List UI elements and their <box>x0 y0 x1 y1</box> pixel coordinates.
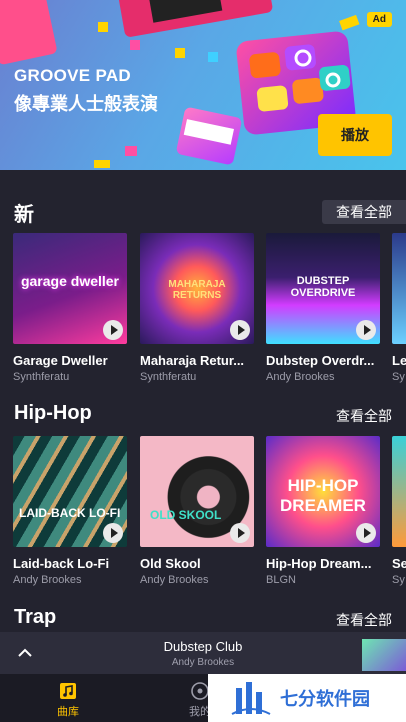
track-title: Garage Dweller <box>13 353 108 368</box>
music-note-icon <box>60 683 76 699</box>
ad-banner[interactable]: Ad GROOVE PAD 像專業人士般表演 播放 <box>0 0 406 170</box>
section-trap: Trap 查看全部 <box>0 578 406 632</box>
nav-library[interactable]: 曲库 <box>28 674 108 722</box>
section-title: 新 <box>14 204 34 226</box>
track-card[interactable]: HIP-HOP DREAMER Hip-Hop Dream... BLGN <box>266 436 380 586</box>
track-title: Dubstep Overdr... <box>266 353 375 368</box>
track-cover <box>392 233 406 344</box>
cover-art-text: DUBSTEP OVERDRIVE <box>290 275 356 299</box>
track-card[interactable]: OLD SKOOL Old Skool Andy Brookes <box>140 436 254 586</box>
track-cover: LAID-BACK LO-FI <box>13 436 127 547</box>
now-playing-artist: Andy Brookes <box>171 657 235 668</box>
play-icon[interactable] <box>103 320 123 340</box>
track-card[interactable]: MAHARAJA RETURNS Maharaja Retur... Synth… <box>140 233 254 383</box>
watermark-logo-icon <box>231 682 271 715</box>
section-title: Hip-Hop <box>14 402 92 424</box>
section-new: 新 查看全部 garage dweller Garage Dweller Syn… <box>0 170 406 390</box>
track-title: Laid-back Lo-Fi <box>13 556 110 571</box>
play-icon[interactable] <box>230 320 250 340</box>
play-icon[interactable] <box>356 523 376 543</box>
play-icon[interactable] <box>103 523 123 543</box>
track-title: Se <box>392 556 406 571</box>
see-all-button[interactable]: 查看全部 <box>322 608 406 632</box>
cover-art-text: OLD SKOOL <box>150 508 222 522</box>
track-card[interactable]: Le Sy <box>392 233 406 383</box>
see-all-button[interactable]: 查看全部 <box>322 404 406 428</box>
banner-subtitle: 像專業人士般表演 <box>14 94 158 114</box>
play-icon[interactable] <box>230 523 250 543</box>
banner-title: GROOVE PAD <box>14 66 131 85</box>
track-title: Old Skool <box>140 556 201 571</box>
mini-player[interactable]: Dubstep Club Andy Brookes <box>0 632 406 674</box>
track-cover: HIP-HOP DREAMER <box>266 436 380 547</box>
cover-art-text: LAID-BACK LO-FI <box>19 506 121 520</box>
track-cover: MAHARAJA RETURNS <box>140 233 254 344</box>
play-icon[interactable] <box>356 320 376 340</box>
track-card[interactable]: DUBSTEP OVERDRIVE Dubstep Overdr... Andy… <box>266 233 380 383</box>
library-content: 新 查看全部 garage dweller Garage Dweller Syn… <box>0 170 406 632</box>
now-playing-title: Dubstep Club <box>163 639 243 654</box>
cover-art-text: MAHARAJA RETURNS <box>168 279 226 301</box>
track-card[interactable]: Se Sy <box>392 436 406 586</box>
cover-art-text: HIP-HOP DREAMER <box>280 476 366 515</box>
watermark: 七分软件园 <box>208 674 406 722</box>
track-title: Le <box>392 353 406 368</box>
nav-library-label: 曲库 <box>57 706 79 718</box>
track-card[interactable]: garage dweller Garage Dweller Synthferat… <box>13 233 127 383</box>
track-title: Maharaja Retur... <box>140 353 245 368</box>
section-hip-hop: Hip-Hop 查看全部 LAID-BACK LO-FI Laid-back L… <box>0 374 406 586</box>
track-cover: DUBSTEP OVERDRIVE <box>266 233 380 344</box>
record-icon <box>191 682 209 700</box>
section-title: Trap <box>14 606 57 628</box>
track-cover: OLD SKOOL <box>140 436 254 547</box>
cover-art-text: garage dweller <box>20 273 120 289</box>
see-all-button[interactable]: 查看全部 <box>322 200 406 224</box>
banner-play-button[interactable]: 播放 <box>318 114 392 156</box>
track-title: Hip-Hop Dream... <box>266 556 372 571</box>
now-playing-cover <box>362 639 406 671</box>
track-cover: garage dweller <box>13 233 127 344</box>
track-card[interactable]: LAID-BACK LO-FI Laid-back Lo-Fi Andy Bro… <box>13 436 127 586</box>
watermark-text: 七分软件园 <box>280 689 370 709</box>
track-cover <box>392 436 406 547</box>
ad-badge: Ad <box>366 12 392 27</box>
